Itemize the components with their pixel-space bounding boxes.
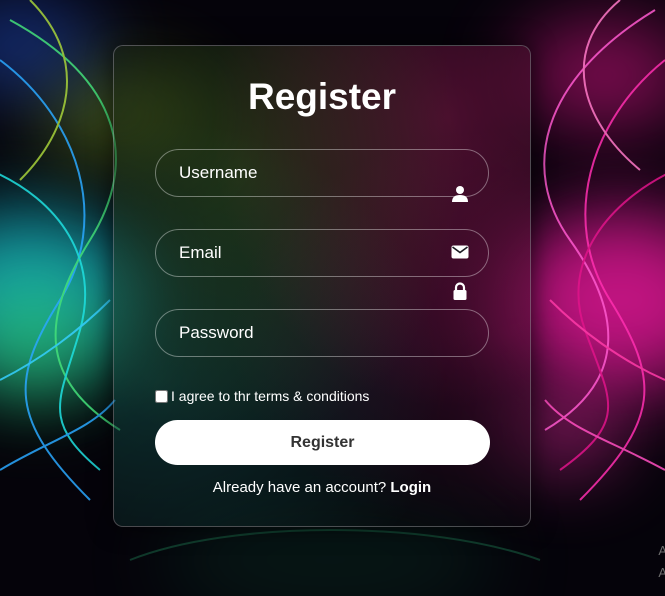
- lock-icon: [453, 282, 467, 300]
- login-prompt-text: Already have an account?: [212, 479, 387, 496]
- terms-label: I agree to thr terms & conditions: [171, 388, 370, 404]
- page-title: Register: [247, 76, 397, 117]
- password-input[interactable]: [155, 309, 489, 357]
- login-link[interactable]: Login: [390, 479, 431, 496]
- watermark: A A: [658, 543, 665, 580]
- username-input[interactable]: [155, 149, 489, 197]
- terms-agreement[interactable]: I agree to thr terms & conditions: [155, 388, 369, 404]
- register-card: Register I agree to thr terms & conditio…: [113, 45, 531, 527]
- email-input[interactable]: [155, 229, 489, 277]
- login-prompt: Already have an account? Login: [114, 479, 530, 496]
- user-icon: [452, 186, 468, 202]
- register-button[interactable]: Register: [155, 420, 490, 465]
- terms-checkbox[interactable]: [155, 389, 168, 403]
- envelope-icon: [451, 245, 469, 259]
